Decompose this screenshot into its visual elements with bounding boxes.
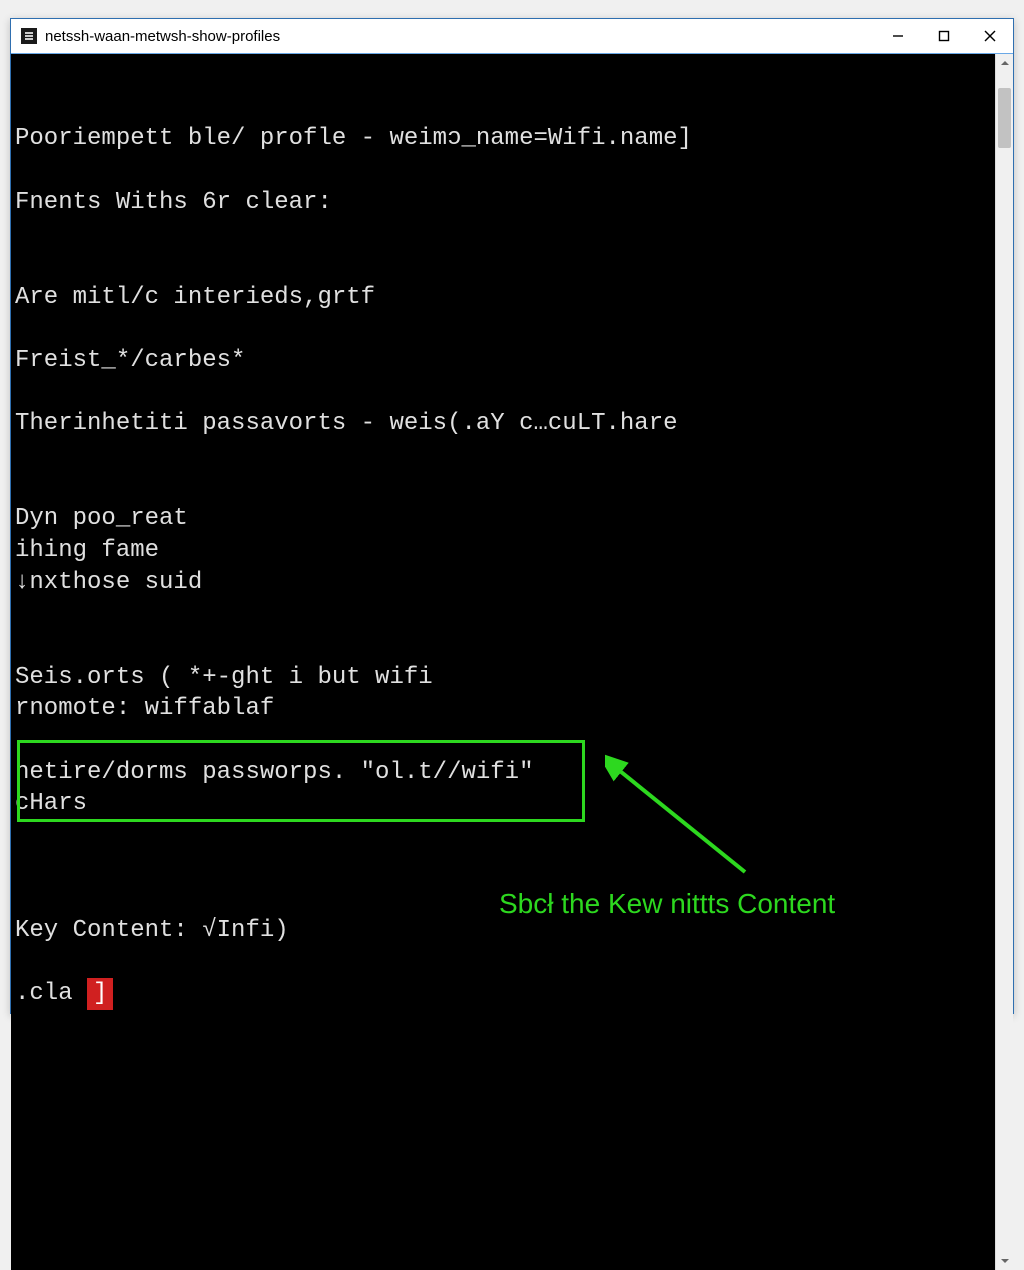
close-icon <box>984 30 996 42</box>
chevron-up-icon <box>1000 58 1010 68</box>
minimize-button[interactable] <box>875 19 921 53</box>
scroll-down-button[interactable] <box>996 1252 1013 1270</box>
prompt-prefix: .cla <box>15 980 87 1007</box>
app-window: netssh-waan-metwsh-show-profiles Pooriem… <box>10 18 1014 1014</box>
terminal-line <box>15 440 995 472</box>
terminal-line <box>15 947 995 979</box>
terminal-line: Therinhetiti passavorts - weis(.aY c…cuL… <box>15 408 995 440</box>
terminal-line <box>15 250 995 282</box>
terminal-line: cHars <box>15 788 995 820</box>
chevron-down-icon <box>1000 1256 1010 1266</box>
terminal-line <box>15 92 995 124</box>
terminal-line: Seis.orts ( *+-ght i but wifi <box>15 662 995 694</box>
app-icon <box>21 28 37 44</box>
vertical-scrollbar[interactable] <box>995 54 1013 1270</box>
terminal-line <box>15 218 995 250</box>
titlebar: netssh-waan-metwsh-show-profiles <box>11 19 1013 53</box>
maximize-button[interactable] <box>921 19 967 53</box>
terminal-line <box>15 725 995 757</box>
terminal-line <box>15 820 995 852</box>
scroll-up-button[interactable] <box>996 54 1013 72</box>
terminal-line: Freist_*/carbes* <box>15 345 995 377</box>
terminal-line <box>15 598 995 630</box>
terminal-line <box>15 377 995 409</box>
terminal-line <box>15 155 995 187</box>
terminal-line: netire/dorms passworps. "ol.t//wifi" <box>15 757 995 789</box>
annotation-label: Sbcł the Kew nittts Content <box>499 886 835 923</box>
close-button[interactable] <box>967 19 1013 53</box>
scroll-thumb[interactable] <box>998 88 1011 148</box>
terminal-line <box>15 630 995 662</box>
client-area: Pooriempett ble/ profle - weimɔ_name=Wif… <box>11 53 1013 1270</box>
terminal-line: Are mitl/c interieds,grtf <box>15 282 995 314</box>
terminal-line: rnomote: wiffablaf <box>15 693 995 725</box>
terminal-line <box>15 472 995 504</box>
terminal-line: ihing fame <box>15 535 995 567</box>
terminal-line <box>15 852 995 884</box>
terminal-line <box>15 313 995 345</box>
maximize-icon <box>938 30 950 42</box>
minimize-icon <box>892 30 904 42</box>
prompt-line[interactable]: .cla ] <box>15 978 995 1010</box>
window-title: netssh-waan-metwsh-show-profiles <box>45 28 280 45</box>
terminal-output[interactable]: Pooriempett ble/ profle - weimɔ_name=Wif… <box>11 54 995 1270</box>
terminal-line: Dyn poo_reat <box>15 503 995 535</box>
cursor: ] <box>87 978 113 1010</box>
terminal-line: ↓nxthose suid <box>15 567 995 599</box>
terminal-line <box>15 60 995 92</box>
terminal-line: Pooriempett ble/ profle - weimɔ_name=Wif… <box>15 123 995 155</box>
terminal-line: Fnents Withs 6r clear: <box>15 187 995 219</box>
